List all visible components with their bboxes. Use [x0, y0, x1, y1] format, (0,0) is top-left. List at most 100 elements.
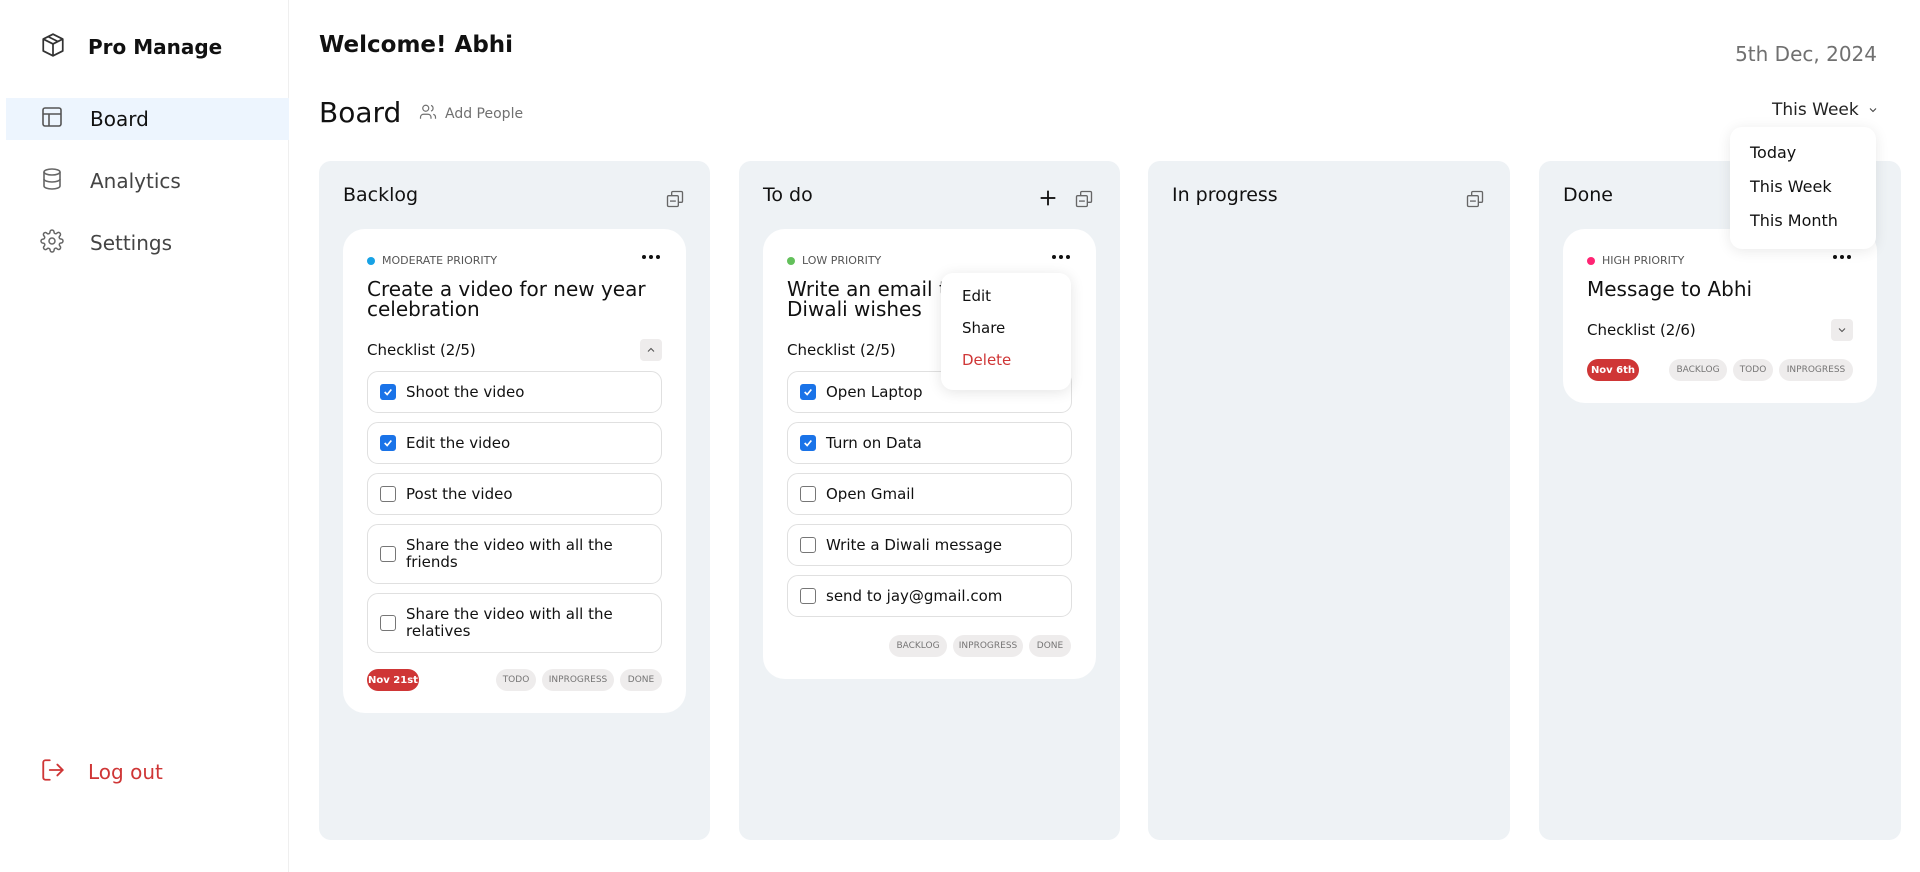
column-title: Done — [1563, 184, 1613, 206]
sidebar-item-settings[interactable]: Settings — [6, 222, 289, 264]
checklist-item: Share the video with all the relatives — [367, 593, 662, 653]
checkbox[interactable] — [800, 588, 816, 604]
add-people-button[interactable]: Add People — [419, 103, 523, 125]
checklist-count: Checklist (2/5) — [787, 341, 896, 359]
chevron-up-icon — [645, 341, 657, 360]
checklist-item: Post the video — [367, 473, 662, 515]
column-todo: To do LOW PRIORITY Write an email to Diw… — [739, 161, 1120, 840]
move-to-backlog-button[interactable]: BACKLOG — [1669, 359, 1727, 381]
current-date: 5th Dec, 2024 — [1735, 42, 1877, 66]
filter-option-this-week[interactable]: This Week — [1750, 177, 1876, 211]
more-options-icon[interactable] — [1051, 247, 1071, 271]
checklist-count: Checklist (2/6) — [1587, 321, 1696, 339]
checkbox[interactable] — [800, 486, 816, 502]
checklist-item-label: send to jay@gmail.com — [826, 586, 1003, 605]
page-title: Board — [319, 96, 402, 129]
logout-icon — [40, 757, 66, 787]
priority-label: LOW PRIORITY — [787, 254, 881, 267]
more-options-icon[interactable] — [641, 247, 661, 271]
expand-checklist-button[interactable] — [1831, 319, 1853, 341]
checkbox[interactable] — [380, 486, 396, 502]
priority-text: LOW PRIORITY — [802, 254, 882, 267]
column-backlog: Backlog MODERATE PRIORITY Create a video… — [319, 161, 710, 840]
checklist-item-label: Share the video with all the relatives — [406, 605, 613, 640]
collapse-all-icon[interactable] — [1465, 189, 1485, 213]
checklist-item-label: Open Gmail — [826, 484, 915, 503]
move-to-todo-button[interactable]: TODO — [1733, 359, 1773, 381]
move-to-inprogress-button[interactable]: INPROGRESS — [542, 669, 614, 691]
move-to-todo-button[interactable]: TODO — [496, 669, 536, 691]
filter-option-today[interactable]: Today — [1750, 143, 1876, 177]
add-people-label: Add People — [445, 106, 524, 122]
add-task-icon[interactable] — [1037, 187, 1059, 213]
sidebar-item-label: Board — [90, 107, 149, 131]
checklist-item: Share the video with all the friends — [367, 524, 662, 584]
database-icon — [40, 167, 64, 195]
checklist-item-label: Turn on Data — [826, 433, 922, 452]
checklist-item-label: Write a Diwali message — [826, 535, 1003, 554]
column-title: To do — [763, 184, 813, 206]
checkbox[interactable] — [380, 435, 396, 451]
checklist-item: Turn on Data — [787, 422, 1072, 464]
card-context-menu: Edit Share Delete — [941, 273, 1071, 390]
sidebar: Pro Manage Board Analytics Settings Log … — [0, 0, 289, 872]
priority-dot — [367, 256, 375, 265]
move-to-done-button[interactable]: DONE — [1029, 635, 1071, 657]
move-to-backlog-button[interactable]: BACKLOG — [889, 635, 947, 657]
priority-dot — [1587, 256, 1595, 265]
welcome-text: Welcome! Abhi — [319, 32, 514, 58]
chevron-down-icon — [1836, 321, 1848, 340]
checkbox[interactable] — [380, 384, 396, 400]
task-card: HIGH PRIORITY Message to Abhi Checklist … — [1563, 229, 1877, 403]
layout-icon — [40, 105, 64, 133]
card-title: Create a video for new year celebration — [367, 277, 646, 321]
checklist-item-label: Share the video with all the friends — [406, 536, 613, 571]
card-title: Message to Abhi — [1587, 277, 1753, 301]
checkbox[interactable] — [380, 546, 396, 562]
checkbox[interactable] — [800, 435, 816, 451]
sidebar-item-analytics[interactable]: Analytics — [6, 160, 289, 202]
menu-item-share[interactable]: Share — [962, 319, 1071, 351]
column-title: In progress — [1172, 184, 1278, 206]
more-options-icon[interactable] — [1832, 247, 1852, 271]
checklist-item-label: Post the video — [406, 484, 513, 503]
column-title: Backlog — [343, 184, 419, 206]
chevron-down-icon — [1867, 101, 1879, 120]
priority-dot — [787, 256, 795, 265]
logout-button[interactable]: Log out — [40, 757, 163, 787]
move-to-inprogress-button[interactable]: INPROGRESS — [953, 635, 1023, 657]
checklist-item-label: Open Laptop — [826, 382, 923, 401]
collapse-all-icon[interactable] — [665, 189, 685, 213]
logout-label: Log out — [88, 760, 163, 784]
time-filter-select[interactable]: This Week — [1772, 100, 1879, 120]
menu-item-delete[interactable]: Delete — [962, 351, 1071, 383]
menu-item-edit[interactable]: Edit — [962, 287, 1071, 319]
priority-label: MODERATE PRIORITY — [367, 254, 497, 267]
checklist-item-label: Edit the video — [406, 433, 511, 452]
priority-label: HIGH PRIORITY — [1587, 254, 1684, 267]
gear-icon — [40, 229, 64, 257]
checklist-item: Shoot the video — [367, 371, 662, 413]
move-to-done-button[interactable]: DONE — [620, 669, 662, 691]
priority-text: HIGH PRIORITY — [1602, 254, 1685, 267]
priority-text: MODERATE PRIORITY — [382, 254, 498, 267]
checkbox[interactable] — [800, 537, 816, 553]
checklist-item-label: Shoot the video — [406, 382, 525, 401]
users-icon — [419, 103, 437, 125]
column-inprogress: In progress — [1148, 161, 1510, 840]
sidebar-item-label: Analytics — [90, 169, 181, 193]
checklist-item: Open Gmail — [787, 473, 1072, 515]
checkbox[interactable] — [380, 615, 396, 631]
cube-icon — [40, 32, 66, 62]
due-date-badge: Nov 6th — [1587, 359, 1639, 381]
collapse-checklist-button[interactable] — [640, 339, 662, 361]
filter-option-this-month[interactable]: This Month — [1750, 211, 1876, 245]
column-done: Done HIGH PRIORITY Message to Abhi Check… — [1539, 161, 1901, 840]
sidebar-item-board[interactable]: Board — [6, 98, 289, 140]
checkbox[interactable] — [800, 384, 816, 400]
time-filter-value: This Week — [1772, 100, 1859, 120]
collapse-all-icon[interactable] — [1074, 189, 1094, 213]
task-card: MODERATE PRIORITY Create a video for new… — [343, 229, 686, 713]
move-to-inprogress-button[interactable]: INPROGRESS — [1779, 359, 1853, 381]
app-name: Pro Manage — [88, 35, 223, 59]
